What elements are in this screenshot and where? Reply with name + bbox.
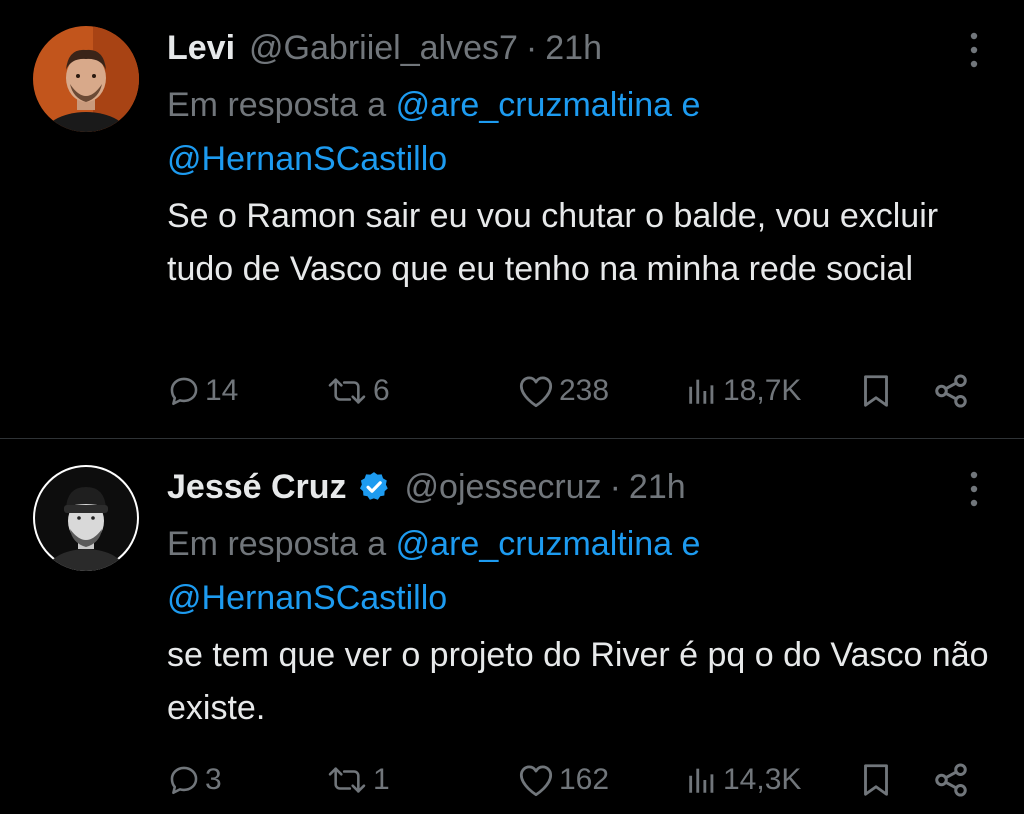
separator-dot: · — [525, 28, 538, 67]
user-handle[interactable]: @Gabriiel_alves7 — [249, 29, 518, 68]
mention-link[interactable]: @HernanSCastillo — [167, 579, 447, 617]
user-handle[interactable]: @ojessecruz — [405, 468, 602, 507]
bookmark-button[interactable] — [858, 366, 894, 416]
tweet-header: Jessé Cruz @ojessecruz · 21h — [167, 463, 686, 511]
reply-conjunction: e — [681, 86, 701, 124]
retweet-button[interactable]: 6 — [325, 366, 390, 416]
action-bar: 14 6 238 18,7K — [0, 366, 1024, 416]
reply-button[interactable]: 3 — [167, 755, 222, 805]
tweet-text: se tem que ver o projeto do River é pq o… — [167, 636, 989, 727]
timestamp[interactable]: 21h — [629, 468, 686, 507]
views-bars-icon — [689, 768, 714, 793]
retweet-count: 1 — [373, 763, 390, 796]
like-button[interactable]: 162 — [517, 755, 609, 805]
bookmark-button[interactable] — [858, 755, 894, 805]
reply-button[interactable]: 14 — [167, 366, 238, 416]
avatar[interactable] — [33, 26, 139, 132]
verified-badge-icon[interactable] — [357, 470, 391, 504]
mention-link[interactable]: @are_cruzmaltina — [396, 525, 672, 563]
reply-bubble-icon — [170, 766, 198, 795]
like-button[interactable]: 238 — [517, 366, 609, 416]
like-count: 238 — [559, 374, 610, 407]
views-button[interactable]: 14,3K — [685, 755, 801, 805]
reply-prefix: Em resposta a — [167, 525, 387, 563]
reply-context: Em resposta a @are_cruzmaltina e @Hernan… — [167, 78, 987, 186]
reply-prefix: Em resposta a — [167, 86, 387, 124]
share-icon — [935, 763, 967, 797]
retweet-icon — [328, 378, 366, 404]
more-dots-icon[interactable] — [968, 469, 980, 509]
mention-link[interactable]: @HernanSCastillo — [167, 140, 447, 178]
views-button[interactable]: 18,7K — [685, 366, 801, 416]
reply-context: Em resposta a @are_cruzmaltina e @Hernan… — [167, 517, 987, 625]
view-count: 14,3K — [723, 763, 802, 796]
share-button[interactable] — [932, 755, 970, 805]
views-bars-icon — [689, 379, 714, 404]
reply-count: 14 — [205, 374, 239, 407]
share-button[interactable] — [932, 366, 970, 416]
retweet-icon — [328, 767, 366, 793]
reply-bubble-icon — [170, 377, 198, 406]
more-dots-icon[interactable] — [968, 30, 980, 70]
tweet[interactable]: Jessé Cruz @ojessecruz · 21h Em resposta… — [0, 439, 1024, 814]
heart-icon — [519, 765, 553, 797]
tweet[interactable]: Levi @Gabriiel_alves7 · 21h Em resposta … — [0, 0, 1024, 438]
share-icon — [935, 374, 967, 408]
tweet-text: Se o Ramon sair eu vou chutar o balde, v… — [167, 197, 939, 288]
like-count: 162 — [559, 763, 610, 796]
timestamp[interactable]: 21h — [545, 29, 602, 68]
retweet-count: 6 — [373, 374, 390, 407]
tweet-header: Levi @Gabriiel_alves7 · 21h — [167, 24, 602, 72]
reply-count: 3 — [205, 763, 222, 796]
action-bar: 3 1 162 14,3K — [0, 755, 1024, 805]
display-name[interactable]: Jessé Cruz — [167, 468, 347, 507]
view-count: 18,7K — [723, 374, 802, 407]
heart-icon — [519, 376, 553, 408]
retweet-button[interactable]: 1 — [325, 755, 390, 805]
bookmark-icon — [864, 375, 888, 407]
reply-conjunction: e — [681, 525, 701, 563]
bookmark-icon — [864, 764, 888, 796]
separator-dot: · — [609, 467, 621, 506]
avatar[interactable] — [33, 465, 139, 571]
display-name[interactable]: Levi — [167, 29, 235, 68]
mention-link[interactable]: @are_cruzmaltina — [396, 86, 672, 124]
